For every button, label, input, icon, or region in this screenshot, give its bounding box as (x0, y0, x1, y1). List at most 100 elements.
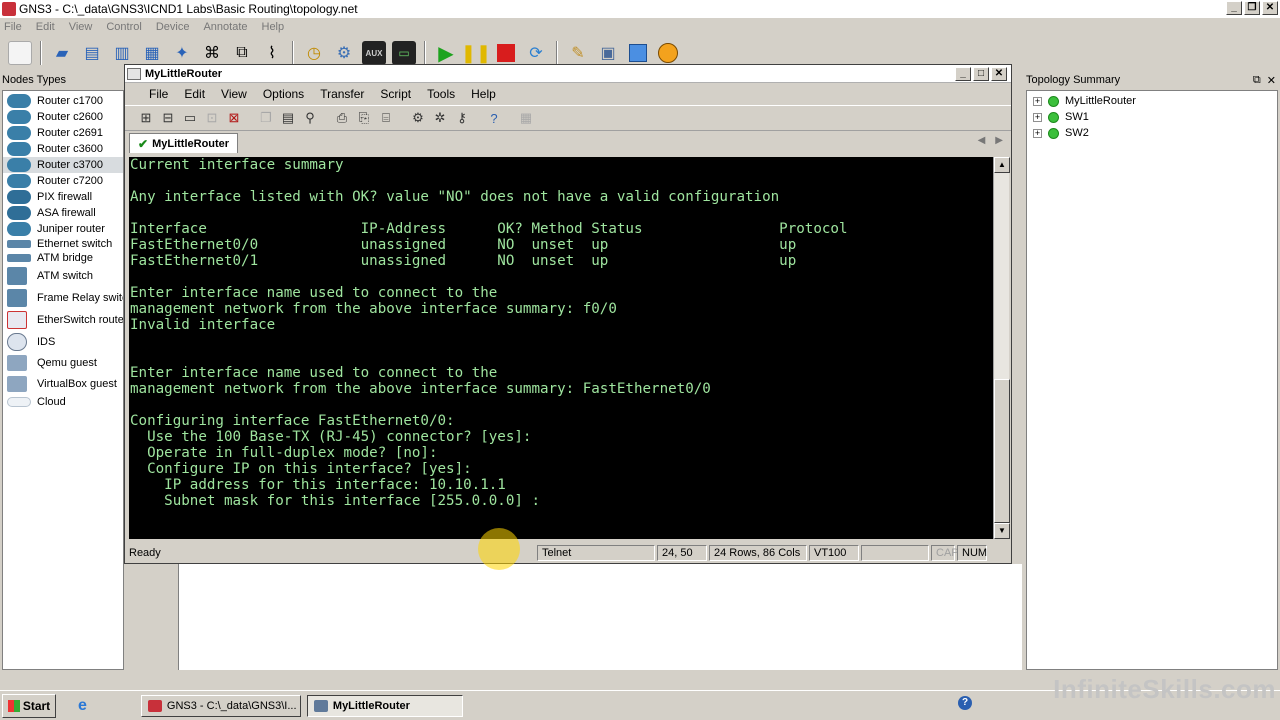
tab-scroll-left-icon[interactable]: ◀ (978, 135, 986, 146)
topology-item[interactable]: + SW2 (1027, 125, 1277, 141)
crt-menu-help[interactable]: Help (463, 87, 504, 101)
topology-icon[interactable]: ⌘ (200, 41, 224, 65)
add-note-icon[interactable]: ✎ (566, 41, 590, 65)
node-item[interactable]: Juniper router (3, 221, 123, 237)
expand-icon[interactable]: + (1033, 128, 1042, 138)
find-icon[interactable]: ⚲ (301, 109, 319, 127)
start-all-icon[interactable]: ▶ (434, 41, 458, 65)
restore-button[interactable]: ❐ (1244, 1, 1260, 15)
terminal-maximize-button[interactable]: □ (973, 67, 989, 81)
session-options-icon[interactable]: ⚙ (409, 109, 427, 127)
topology-canvas[interactable] (178, 564, 1022, 670)
help-icon[interactable]: ? (485, 109, 503, 127)
node-item[interactable]: Router c3600 (3, 141, 123, 157)
tab-scroll-right-icon[interactable]: ▶ (995, 135, 1003, 146)
node-item[interactable]: ATM bridge (3, 250, 123, 265)
crt-menu-tools[interactable]: Tools (419, 87, 463, 101)
menu-file[interactable]: File (4, 21, 22, 33)
topology-item[interactable]: + MyLittleRouter (1027, 93, 1277, 109)
crt-menu-script[interactable]: Script (372, 87, 419, 101)
node-item[interactable]: IDS (3, 331, 123, 353)
node-item[interactable]: Router c2691 (3, 125, 123, 141)
quick-connect-icon[interactable]: ⊟ (159, 109, 177, 127)
internet-explorer-icon[interactable]: e (78, 697, 87, 715)
close-button[interactable]: ✕ (1262, 1, 1278, 15)
draw-rectangle-icon[interactable] (626, 41, 650, 65)
node-item[interactable]: ATM switch (3, 265, 123, 287)
node-item[interactable]: EtherSwitch route (3, 309, 123, 331)
crt-menu-view[interactable]: View (213, 87, 255, 101)
sftp-icon[interactable]: ▦ (517, 109, 535, 127)
node-types-list: Router c1700 Router c2600 Router c2691 R… (2, 90, 124, 670)
terminal-minimize-button[interactable]: _ (955, 67, 971, 81)
connect-tab-icon[interactable]: ▭ (181, 109, 199, 127)
node-item[interactable]: VirtualBox guest (3, 373, 123, 395)
timer-icon[interactable]: ◷ (302, 41, 326, 65)
node-item[interactable]: Frame Relay switc (3, 287, 123, 309)
insert-picture-icon[interactable]: ▣ (596, 41, 620, 65)
topology-item[interactable]: + SW1 (1027, 109, 1277, 125)
console-icon[interactable]: ▭ (392, 41, 416, 65)
keymap-icon[interactable]: ⚷ (453, 109, 471, 127)
node-item[interactable]: PIX firewall (3, 189, 123, 205)
menu-edit[interactable]: Edit (36, 21, 55, 33)
node-item[interactable]: Router c1700 (3, 93, 123, 109)
taskbar-terminal-button[interactable]: MyLittleRouter (306, 694, 463, 717)
link-icon[interactable]: ⌇ (260, 41, 284, 65)
menu-view[interactable]: View (69, 21, 93, 33)
hostname-icon[interactable]: ⧉ (230, 41, 254, 65)
stop-all-icon[interactable] (494, 41, 518, 65)
close-panel-icon[interactable]: ✕ (1267, 74, 1276, 87)
taskbar-gns3-button[interactable]: GNS3 - C:\_data\GNS3\I... (140, 694, 301, 717)
disconnect-icon[interactable]: ⊠ (225, 109, 243, 127)
expand-icon[interactable]: + (1033, 112, 1042, 122)
session-tab[interactable]: ✔ MyLittleRouter (129, 133, 239, 153)
capture-icon[interactable]: ⚙ (332, 41, 356, 65)
node-item[interactable]: Qemu guest (3, 353, 123, 373)
menu-help[interactable]: Help (262, 21, 285, 33)
tray-help-icon[interactable]: ? (958, 696, 972, 710)
terminal-output[interactable]: Current interface summary Any interface … (129, 157, 993, 539)
crt-menu-options[interactable]: Options (255, 87, 312, 101)
node-item-selected[interactable]: Router c3700 (3, 157, 123, 173)
menu-annotate[interactable]: Annotate (203, 21, 247, 33)
save-as-icon[interactable]: ▥ (110, 41, 134, 65)
node-item[interactable]: Cloud (3, 395, 123, 409)
node-item[interactable]: Ethernet switch (3, 237, 123, 250)
crt-menu-file[interactable]: File (141, 87, 176, 101)
print-icon[interactable]: ⎙ (333, 109, 351, 127)
minimize-button[interactable]: _ (1226, 1, 1242, 15)
expand-icon[interactable]: + (1033, 96, 1042, 106)
scroll-thumb[interactable] (994, 379, 1010, 523)
snapshot-icon[interactable]: ✦ (170, 41, 194, 65)
print-screen-icon[interactable]: ⌸ (377, 109, 395, 127)
menu-device[interactable]: Device (156, 21, 190, 33)
connect-icon[interactable]: ⊞ (137, 109, 155, 127)
print-selection-icon[interactable]: ⎘ (355, 109, 373, 127)
status-cursor-position: 24, 50 (657, 545, 707, 561)
node-item[interactable]: Router c7200 (3, 173, 123, 189)
project-icon[interactable]: ▦ (140, 41, 164, 65)
draw-ellipse-icon[interactable] (656, 41, 680, 65)
new-file-icon[interactable] (8, 41, 32, 65)
reload-all-icon[interactable]: ⟳ (524, 41, 548, 65)
save-icon[interactable]: ▤ (80, 41, 104, 65)
node-item[interactable]: Router c2600 (3, 109, 123, 125)
scroll-up-icon[interactable]: ▲ (994, 157, 1010, 173)
copy-icon[interactable]: ❐ (257, 109, 275, 127)
global-options-icon[interactable]: ✲ (431, 109, 449, 127)
terminal-close-button[interactable]: ✕ (991, 67, 1007, 81)
start-button[interactable]: Start (2, 693, 56, 718)
scroll-down-icon[interactable]: ▼ (994, 523, 1010, 539)
node-item[interactable]: ASA firewall (3, 205, 123, 221)
menu-control[interactable]: Control (106, 21, 141, 33)
crt-menu-transfer[interactable]: Transfer (312, 87, 372, 101)
crt-menu-edit[interactable]: Edit (176, 87, 213, 101)
terminal-scrollbar[interactable]: ▲ ▼ (993, 157, 1010, 539)
aux-console-icon[interactable]: AUX (362, 41, 386, 65)
open-folder-icon[interactable]: ▰ (50, 41, 74, 65)
paste-icon[interactable]: ▤ (279, 109, 297, 127)
suspend-all-icon[interactable]: ❚❚ (461, 41, 491, 65)
float-panel-icon[interactable]: ⧉ (1253, 74, 1261, 87)
reconnect-icon[interactable]: ⊡ (203, 109, 221, 127)
